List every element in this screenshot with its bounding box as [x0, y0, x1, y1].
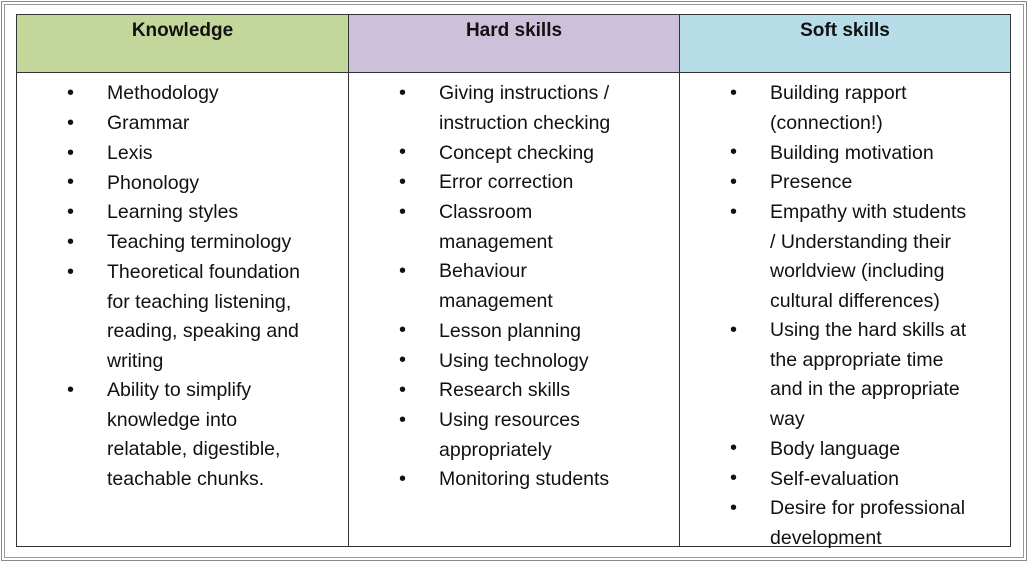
list-item: • Behaviour management	[349, 257, 679, 316]
header-hard-skills: Hard skills	[349, 15, 679, 73]
list-item-text: Phonology	[107, 171, 200, 194]
list-item-text: Concept checking	[439, 141, 595, 164]
bullet-icon: •	[67, 111, 75, 134]
bullet-icon: •	[730, 82, 738, 104]
bullet-icon: •	[399, 260, 407, 283]
bullet-icon: •	[399, 379, 407, 402]
list-item: • Grammar	[17, 109, 348, 139]
list-item-text: Monitoring students	[439, 468, 610, 491]
list-item-text: Building rapport (connection!)	[770, 82, 907, 134]
bullet-icon: •	[399, 319, 407, 342]
column-hard-skills: Hard skills • Giving instructions / instr…	[348, 15, 679, 546]
list-item-text: Behaviour management	[439, 260, 553, 312]
list-item: • Concept checking	[349, 138, 679, 168]
list-item-text: Body language	[770, 437, 901, 460]
column-soft-skills: Soft skills • Building rapport (connectio…	[679, 15, 1010, 549]
list-item: • Teaching terminology	[17, 228, 348, 258]
list-item-text: Error correction	[439, 171, 574, 194]
list-item-text: Desire for professional development	[770, 497, 966, 549]
bullet-icon: •	[399, 171, 407, 194]
list-item: • Presence	[680, 168, 1010, 198]
list-item-text: Grammar	[107, 112, 190, 135]
skills-table: Knowledge • Methodology • Grammar • Lexis • Pho…	[16, 14, 1011, 549]
bullet-icon: •	[399, 82, 407, 104]
bullet-icon: •	[730, 171, 738, 194]
list-item: • Ability to simplify knowledge into rela…	[17, 376, 348, 494]
bullet-icon: •	[67, 260, 75, 283]
list-item-text: Research skills	[439, 379, 571, 402]
list-item-text: Learning styles	[107, 201, 239, 224]
list-item-text: Teaching terminology	[107, 231, 292, 254]
list-item: • Desire for professional development	[680, 494, 1010, 553]
header-soft-skills: Soft skills	[680, 15, 1010, 73]
list-item: • Learning styles	[17, 198, 348, 228]
list-item: • Phonology	[17, 168, 348, 198]
bullet-icon: •	[67, 379, 75, 402]
list-item: • Using resources appropriately	[349, 406, 679, 465]
list-item: • Building motivation	[680, 138, 1010, 168]
bullet-icon: •	[67, 230, 75, 253]
list-item: • Lexis	[17, 139, 348, 169]
list-item-text: Lexis	[107, 141, 153, 164]
list-item: • Giving instructions / instruction check…	[349, 79, 679, 138]
bullet-icon: •	[399, 468, 407, 491]
header-knowledge: Knowledge	[17, 15, 348, 73]
list-hard-skills: • Giving instructions / instruction check…	[349, 73, 679, 495]
bullet-icon: •	[399, 408, 407, 431]
list-item: • Body language	[680, 434, 1010, 464]
list-item-text: Using technology	[439, 349, 589, 372]
list-item: • Theoretical foundation for teaching lis…	[17, 258, 348, 376]
list-item: • Self-evaluation	[680, 464, 1010, 494]
bullet-icon: •	[399, 200, 407, 223]
list-item-text: Methodology	[107, 82, 219, 105]
bullet-icon: •	[67, 201, 75, 224]
bullet-icon: •	[730, 200, 738, 223]
list-item: • Monitoring students	[349, 465, 679, 495]
list-item-text: Ability to simplify knowledge into relat…	[107, 379, 281, 490]
bullet-icon: •	[730, 141, 738, 164]
bullet-icon: •	[730, 319, 738, 342]
list-item-text: Classroom management	[439, 201, 553, 253]
list-item-text: Giving instructions / instruction checki…	[439, 82, 611, 134]
list-soft-skills: • Building rapport (connection!) • Building…	[680, 73, 1010, 553]
list-item-text: Empathy with students / Understanding th…	[770, 201, 967, 312]
list-item: • Methodology	[17, 79, 348, 109]
list-item: • Classroom management	[349, 198, 679, 257]
list-item: • Building rapport (connection!)	[680, 79, 1010, 138]
list-knowledge: • Methodology • Grammar • Lexis • Phonology • Lea…	[17, 73, 348, 494]
list-item-text: Theoretical foundation for teaching list…	[107, 261, 300, 372]
bullet-icon: •	[67, 141, 75, 164]
list-item: • Error correction	[349, 168, 679, 198]
list-item-text: Using the hard skills at the appropriate…	[770, 319, 967, 430]
list-item-text: Lesson planning	[439, 319, 582, 342]
bullet-icon: •	[730, 437, 738, 460]
list-item: • Using the hard skills at the appropriat…	[680, 316, 1010, 434]
bullet-icon: •	[399, 349, 407, 372]
bullet-icon: •	[399, 141, 407, 164]
list-item: • Research skills	[349, 376, 679, 406]
list-item: • Empathy with students / Understanding t…	[680, 198, 1010, 316]
list-item-text: Building motivation	[770, 141, 934, 164]
list-item-text: Presence	[770, 171, 853, 194]
bullet-icon: •	[730, 467, 738, 490]
list-item-text: Using resources appropriately	[439, 409, 580, 461]
bullet-icon: •	[67, 171, 75, 194]
column-knowledge: Knowledge • Methodology • Grammar • Lexis • Pho…	[17, 15, 348, 546]
list-item: • Lesson planning	[349, 316, 679, 346]
list-item-text: Self-evaluation	[770, 467, 899, 490]
list-item: • Using technology	[349, 346, 679, 376]
bullet-icon: •	[67, 82, 75, 104]
bullet-icon: •	[730, 497, 738, 520]
